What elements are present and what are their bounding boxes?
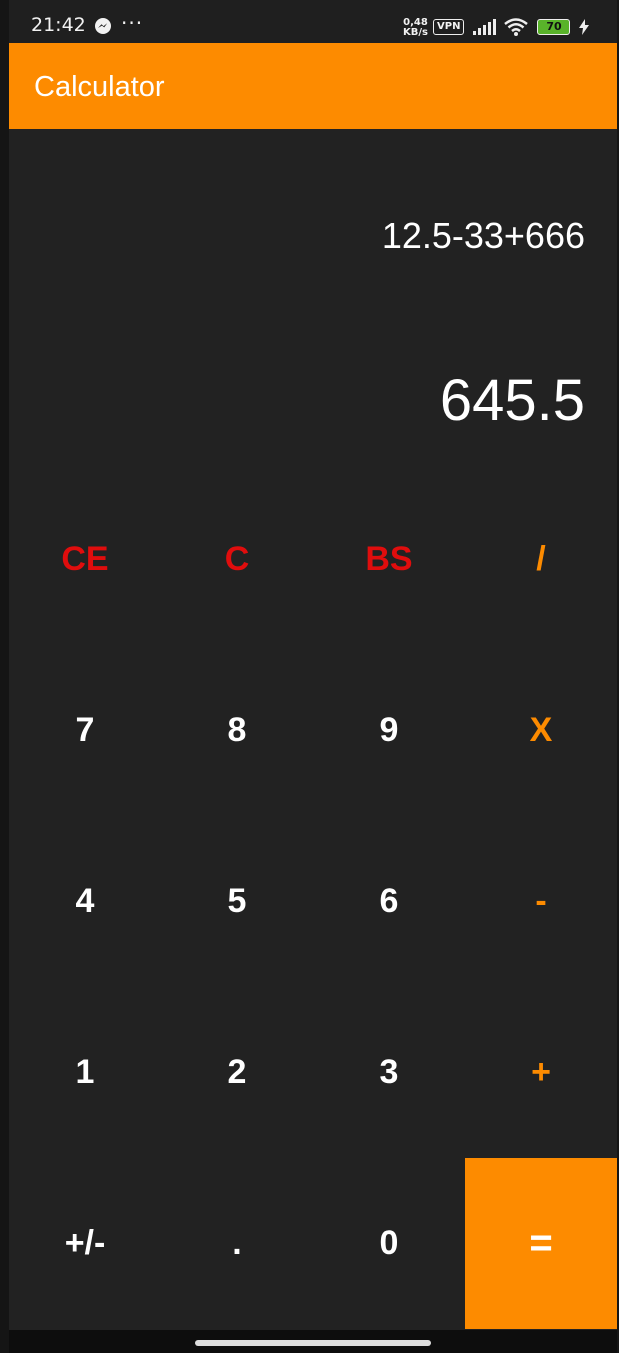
charging-icon xyxy=(579,19,589,35)
status-bar: 21:42 ··· 0,48 KB/s VPN 70 xyxy=(9,0,617,43)
subtract-button[interactable]: - xyxy=(465,816,617,987)
add-button[interactable]: + xyxy=(465,987,617,1158)
backspace-button[interactable]: BS xyxy=(313,474,465,645)
digit-4-button[interactable]: 4 xyxy=(9,816,161,987)
equals-button[interactable]: = xyxy=(465,1158,617,1329)
wifi-icon xyxy=(504,18,528,36)
digit-6-button[interactable]: 6 xyxy=(313,816,465,987)
navigation-bar xyxy=(9,1330,617,1353)
home-indicator[interactable] xyxy=(195,1340,431,1346)
digit-8-button[interactable]: 8 xyxy=(161,645,313,816)
signal-icon xyxy=(473,19,496,35)
app-bar: Calculator xyxy=(9,43,617,129)
network-speed: 0,48 KB/s xyxy=(403,18,428,38)
digit-9-button[interactable]: 9 xyxy=(313,645,465,816)
decimal-point-button[interactable]: . xyxy=(161,1158,313,1329)
result-display: 645.5 xyxy=(439,368,585,433)
digit-7-button[interactable]: 7 xyxy=(9,645,161,816)
app-screen: 21:42 ··· 0,48 KB/s VPN 70 Calculator 12… xyxy=(9,0,617,1353)
clear-button[interactable]: C xyxy=(161,474,313,645)
app-title: Calculator xyxy=(34,71,165,103)
digit-1-button[interactable]: 1 xyxy=(9,987,161,1158)
network-speed-unit: KB/s xyxy=(403,27,428,38)
messenger-icon xyxy=(95,18,111,34)
keypad: CE C BS / 7 8 9 X 4 5 6 - 1 2 3 + +/- . … xyxy=(9,474,617,1330)
battery-icon: 70 xyxy=(537,19,589,35)
negate-button[interactable]: +/- xyxy=(9,1158,161,1329)
more-notifications-icon: ··· xyxy=(121,11,144,35)
multiply-button[interactable]: X xyxy=(465,645,617,816)
digit-2-button[interactable]: 2 xyxy=(161,987,313,1158)
vpn-badge: VPN xyxy=(433,19,465,35)
digit-0-button[interactable]: 0 xyxy=(313,1158,465,1329)
divide-button[interactable]: / xyxy=(465,474,617,645)
clear-entry-button[interactable]: CE xyxy=(9,474,161,645)
status-time: 21:42 xyxy=(31,14,86,36)
digit-5-button[interactable]: 5 xyxy=(161,816,313,987)
expression-display: 12.5-33+666 xyxy=(381,215,585,256)
digit-3-button[interactable]: 3 xyxy=(313,987,465,1158)
battery-level: 70 xyxy=(546,20,562,33)
